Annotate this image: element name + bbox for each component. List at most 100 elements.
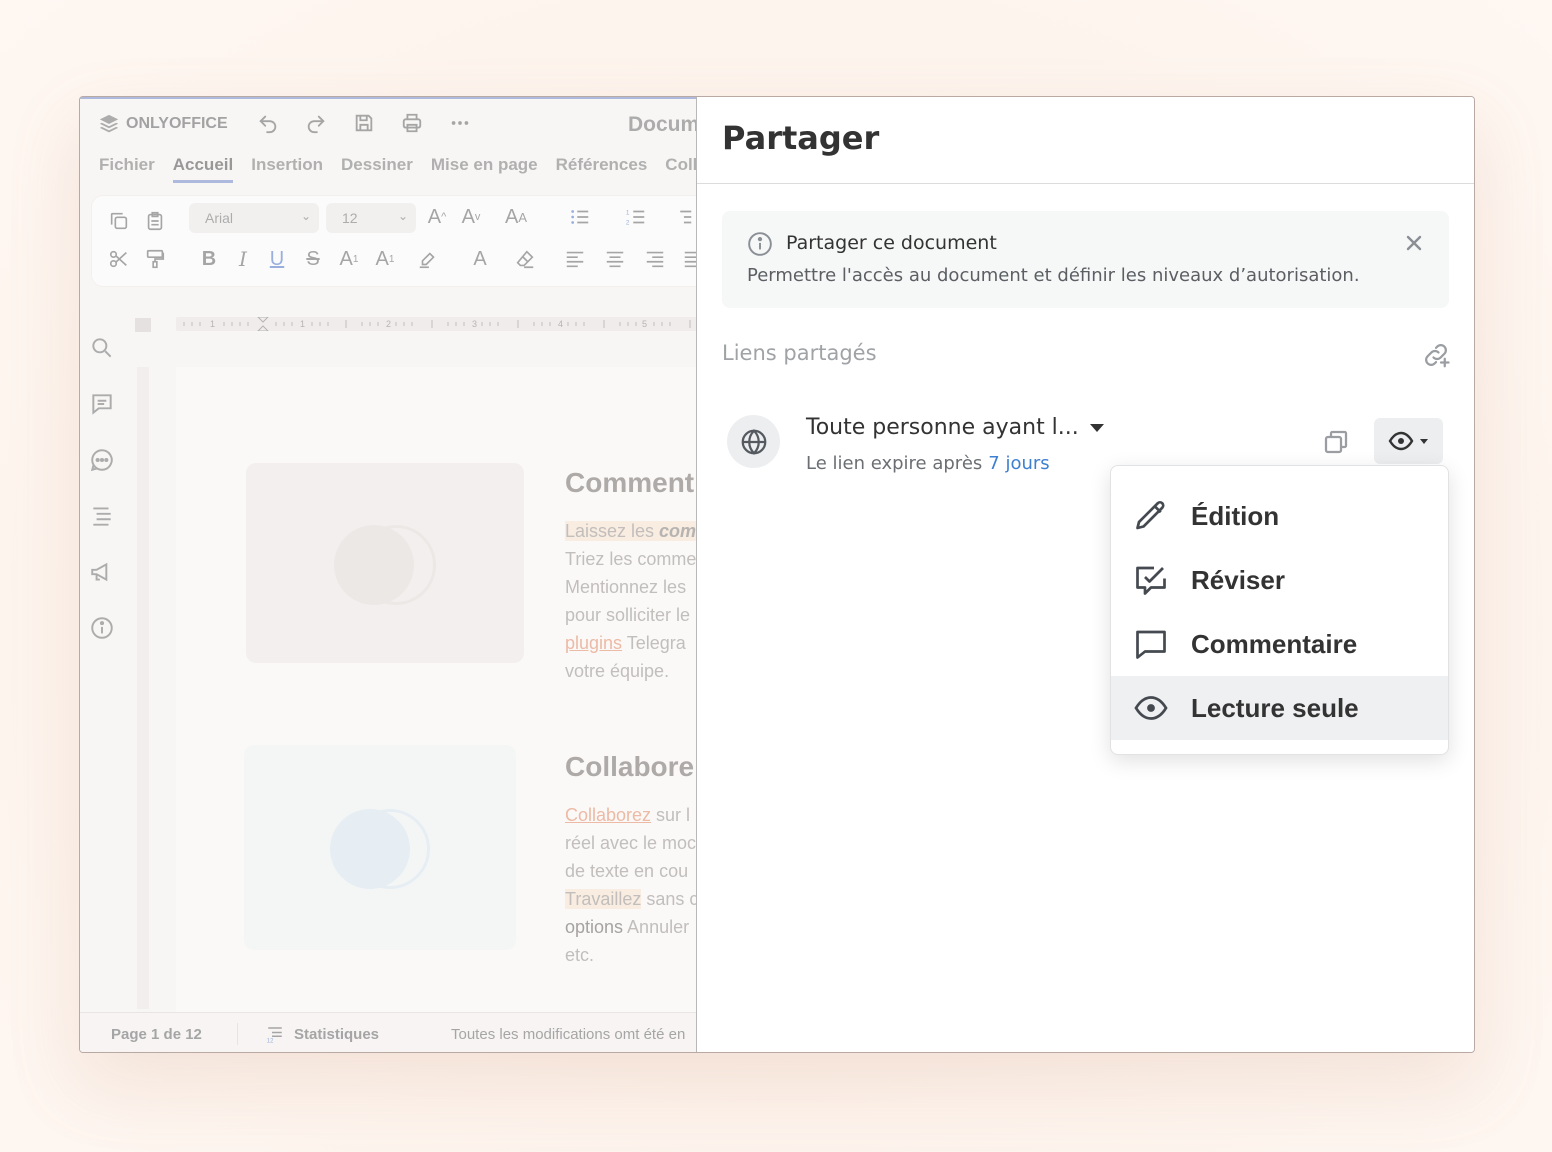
caret-down-icon[interactable] <box>1090 424 1104 432</box>
horizontal-ruler[interactable]: 1 1 2 3 4 5 <box>176 317 700 331</box>
ruler-number: 5 <box>642 319 647 329</box>
align-center-icon[interactable] <box>602 246 628 272</box>
paragraph-line: réel avec le moc <box>565 833 697 853</box>
text-run: sur l <box>651 805 691 825</box>
collaborez-link[interactable]: Collaborez <box>565 805 651 825</box>
search-icon[interactable] <box>89 335 115 361</box>
caret-down-icon <box>1420 439 1428 444</box>
save-status: Toutes les modifications omt été en <box>451 1026 686 1043</box>
divider <box>237 1023 238 1045</box>
permission-menu: Édition Réviser Commentaire Lecture seul… <box>1110 465 1449 755</box>
permission-label: Lecture seule <box>1191 692 1359 723</box>
highlight-color-icon[interactable] <box>408 246 448 272</box>
decrease-font-icon[interactable]: Av <box>458 204 484 230</box>
tab-accueil[interactable]: Accueil <box>172 155 234 183</box>
undo-icon[interactable] <box>254 109 282 137</box>
expire-value-link[interactable]: 7 jours <box>988 453 1049 474</box>
link-access-selector[interactable]: Toute personne ayant l... <box>806 415 1079 440</box>
paragraph-line: pour solliciter le <box>565 605 691 625</box>
paragraph-line: de texte en cou <box>565 861 689 881</box>
add-link-icon[interactable] <box>1421 340 1451 370</box>
paragraph-line: Triez les comme <box>565 549 697 569</box>
eye-icon <box>1388 431 1414 451</box>
chevron-down-icon: ⌄ <box>397 209 408 223</box>
ruler-number: 3 <box>472 319 477 329</box>
ruler-number: 1 <box>210 319 215 329</box>
copy-link-icon[interactable] <box>1321 427 1351 457</box>
document-title: Docum <box>628 113 700 136</box>
cut-icon[interactable] <box>106 246 132 272</box>
more-icon[interactable] <box>446 109 474 137</box>
info-icon <box>748 232 772 256</box>
expire-label: Le lien expire après <box>806 453 983 474</box>
paragraph-line: options Annuler <box>565 913 698 941</box>
numbered-list-icon[interactable]: 12 <box>616 204 656 230</box>
svg-text:12: 12 <box>267 1038 274 1043</box>
tab-references[interactable]: Références <box>556 155 648 183</box>
text-run: com <box>659 521 697 541</box>
subscript-icon[interactable]: A1 <box>372 246 398 272</box>
redo-icon[interactable] <box>302 109 330 137</box>
tab-fichier[interactable]: Fichier <box>99 155 155 183</box>
info-icon[interactable] <box>89 615 115 641</box>
strikethrough-icon[interactable]: S <box>300 246 326 272</box>
font-name-select[interactable]: Arial ⌄ <box>189 203 319 233</box>
tab-insertion[interactable]: Insertion <box>251 155 323 183</box>
font-color-icon[interactable]: A <box>460 246 500 272</box>
align-right-icon[interactable] <box>642 246 668 272</box>
image-placeholder <box>246 463 524 663</box>
clear-style-icon[interactable] <box>512 246 538 272</box>
tab-collaboration[interactable]: Coll <box>665 155 697 183</box>
format-painter-icon[interactable] <box>142 246 168 272</box>
close-icon[interactable] <box>1402 231 1426 255</box>
comments-icon[interactable] <box>89 391 115 417</box>
section-title: Collabore <box>565 751 695 782</box>
page-indicator[interactable]: Page 1 de 12 <box>111 1026 202 1043</box>
vertical-ruler[interactable] <box>137 367 149 1009</box>
share-info-banner: Partager ce document Permettre l'accès a… <box>722 211 1449 308</box>
bullet-list-icon[interactable] <box>560 204 600 230</box>
home-ribbon: Arial ⌄ 12 ⌄ A ^ Av AA 12 B I U S A1 A1 A <box>91 195 731 287</box>
chat-icon[interactable] <box>89 447 115 473</box>
save-icon[interactable] <box>350 109 378 137</box>
permission-label: Édition <box>1191 500 1280 531</box>
paste-icon[interactable] <box>142 208 168 234</box>
superscript-icon[interactable]: A1 <box>336 246 362 272</box>
increase-font-icon[interactable]: A ^ <box>424 204 450 230</box>
tab-dessiner[interactable]: Dessiner <box>341 155 413 183</box>
underline-icon[interactable]: U <box>264 246 290 272</box>
permission-option-reviser[interactable]: Réviser <box>1111 548 1448 612</box>
permission-option-edition[interactable]: Édition <box>1111 484 1448 548</box>
change-case-icon[interactable]: AA <box>496 204 536 230</box>
avatar-ring <box>356 525 436 605</box>
permission-dropdown-button[interactable] <box>1374 418 1443 464</box>
text-run: Laissez les <box>565 521 660 541</box>
permission-option-lecture-seule[interactable]: Lecture seule <box>1111 676 1448 740</box>
panel-title: Partager <box>722 119 880 157</box>
chevron-down-icon: ⌄ <box>300 209 311 223</box>
bold-icon[interactable]: B <box>196 246 222 272</box>
ruler-number: 2 <box>386 319 391 329</box>
align-left-icon[interactable] <box>562 246 588 272</box>
permission-option-commentaire[interactable]: Commentaire <box>1111 612 1448 676</box>
eye-icon <box>1133 690 1169 726</box>
multilevel-list-icon[interactable] <box>670 204 696 230</box>
statistics-button[interactable]: Statistiques <box>294 1026 379 1043</box>
tab-mise-en-page[interactable]: Mise en page <box>431 155 538 183</box>
font-name-value: Arial <box>205 210 234 226</box>
navigation-icon[interactable] <box>89 503 115 529</box>
comment-icon <box>1133 626 1169 662</box>
text-run: options <box>565 917 624 937</box>
review-check-icon <box>1133 562 1169 598</box>
print-icon[interactable] <box>398 109 426 137</box>
feedback-megaphone-icon[interactable] <box>89 559 115 585</box>
plugins-link[interactable]: plugins <box>565 633 622 653</box>
font-size-select[interactable]: 12 ⌄ <box>326 203 416 233</box>
document-page[interactable]: Comment Laissez les com Triez les comme … <box>176 367 700 1012</box>
image-placeholder <box>244 745 516 950</box>
link-expiration: Le lien expire après 7 jours <box>806 453 1050 474</box>
text-run: Annuler <box>623 917 690 937</box>
copy-icon[interactable] <box>106 208 132 234</box>
italic-icon[interactable]: I <box>230 246 256 272</box>
permission-label: Réviser <box>1191 564 1285 595</box>
